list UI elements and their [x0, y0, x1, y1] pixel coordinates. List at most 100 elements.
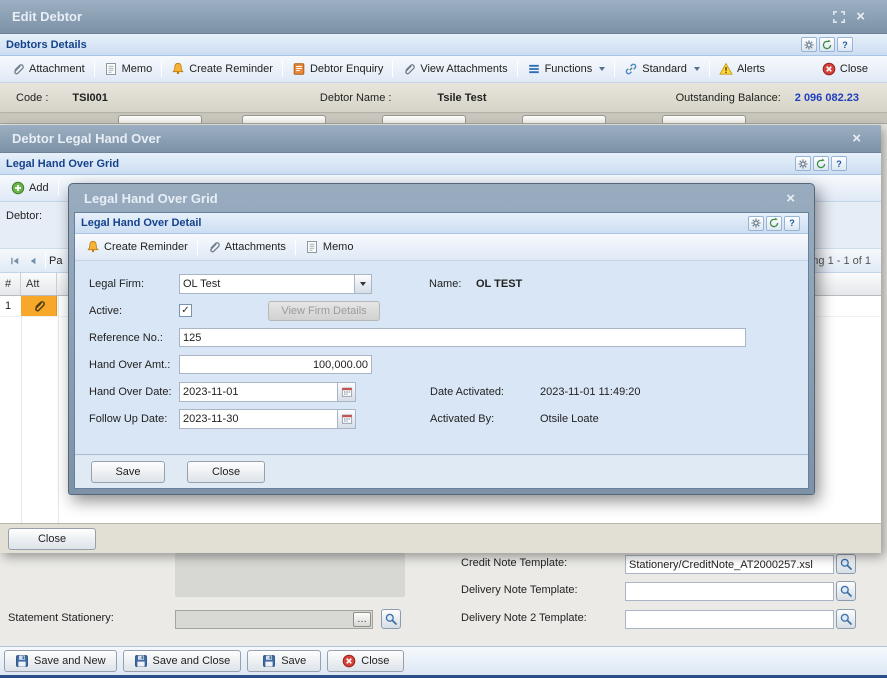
debtors-details-title: Debtors Details — [6, 39, 87, 51]
help-icon[interactable]: ? — [784, 216, 800, 231]
reference-no-input[interactable] — [179, 328, 746, 347]
close-icon[interactable]: × — [852, 131, 861, 146]
help-icon[interactable]: ? — [837, 37, 853, 52]
close-icon[interactable]: × — [786, 191, 795, 206]
code-label: Code : — [16, 92, 48, 104]
floppy-icon — [134, 654, 148, 668]
column-header-att[interactable]: Att — [21, 273, 57, 295]
firm-name-value: OL TEST — [476, 278, 522, 290]
follow-up-date-field[interactable] — [179, 409, 356, 429]
refresh-icon[interactable] — [819, 37, 835, 52]
memo-button[interactable]: Memo — [98, 59, 159, 79]
activated-by-label: Activated By: — [430, 413, 540, 425]
chevron-down-icon — [694, 67, 700, 71]
view-firm-details-button[interactable]: View Firm Details — [268, 301, 380, 321]
attachment-cell[interactable] — [21, 296, 57, 316]
dialog-save-button[interactable]: Save — [91, 461, 165, 483]
statement-search-button[interactable] — [381, 609, 401, 629]
column-header-num[interactable]: # — [0, 273, 21, 295]
add-button[interactable]: Add — [5, 178, 55, 198]
functions-menu-button[interactable]: Functions — [521, 59, 612, 79]
close-button-bottom[interactable]: Close — [327, 650, 404, 672]
hand-over-amt-label: Hand Over Amt.: — [89, 359, 179, 371]
debtor-enquiry-button[interactable]: Debtor Enquiry — [286, 59, 389, 79]
dialog-footer: Save Close — [75, 454, 808, 488]
close-button[interactable]: Close — [816, 59, 874, 79]
save-and-new-button[interactable]: Save and New — [4, 650, 117, 672]
calendar-icon — [341, 413, 353, 425]
toolbar-separator — [709, 61, 710, 77]
partial-hidden-control — [382, 115, 466, 124]
legal-firm-input[interactable] — [180, 275, 354, 293]
create-reminder-button[interactable]: Create Reminder — [80, 237, 194, 257]
dialog-close-button[interactable]: Close — [187, 461, 265, 483]
date-activated-label: Date Activated: — [430, 386, 540, 398]
standard-menu-button[interactable]: Standard — [618, 59, 706, 79]
delivery-note-template-input[interactable] — [625, 582, 834, 601]
partial-hidden-control — [118, 115, 202, 124]
dialog-body: Legal Hand Over Detail ? Create Reminder… — [74, 212, 809, 489]
dialog-title: Legal Hand Over Grid — [84, 191, 218, 206]
memo-icon — [305, 240, 319, 254]
legal-close-button[interactable]: Close — [8, 528, 96, 550]
functions-menu-icon — [527, 62, 541, 76]
warning-icon — [719, 62, 733, 76]
prev-page-button[interactable] — [24, 252, 42, 270]
code-value: TSI001 — [72, 92, 107, 104]
help-icon[interactable]: ? — [831, 156, 847, 171]
reference-no-label: Reference No.: — [89, 332, 179, 344]
save-button[interactable]: Save — [247, 650, 321, 672]
statement-stationery-input[interactable]: … — [175, 610, 373, 629]
legal-firm-combo[interactable] — [179, 274, 372, 294]
debtor-name-value: Tsile Test — [437, 92, 486, 104]
chevron-down-icon — [360, 282, 366, 286]
delivery-note-search-button[interactable] — [836, 581, 856, 601]
gear-icon[interactable] — [748, 216, 764, 231]
active-label: Active: — [89, 305, 179, 317]
gear-icon[interactable] — [795, 156, 811, 171]
toolbar-separator — [161, 61, 162, 77]
memo-button[interactable]: Memo — [299, 237, 360, 257]
calendar-trigger-button[interactable] — [337, 383, 355, 401]
toolbar-separator — [58, 180, 59, 196]
view-attachments-button[interactable]: View Attachments — [396, 59, 513, 79]
debtor-label: Debtor: — [6, 210, 42, 222]
refresh-icon[interactable] — [766, 216, 782, 231]
save-and-close-button[interactable]: Save and Close — [123, 650, 242, 672]
follow-up-date-input[interactable] — [180, 410, 337, 428]
debtor-name-label: Debtor Name : — [320, 92, 392, 104]
prev-page-icon — [27, 255, 39, 267]
hand-over-date-input[interactable] — [180, 383, 337, 401]
credit-note-template-input[interactable] — [625, 555, 834, 574]
toolbar-separator — [197, 239, 198, 255]
delivery-note2-search-button[interactable] — [836, 609, 856, 629]
ellipsis-trigger-button[interactable]: … — [353, 612, 371, 627]
legal-hand-over-grid-dialog: Legal Hand Over Grid × Legal Hand Over D… — [68, 183, 815, 495]
calendar-icon — [341, 386, 353, 398]
paging-status: ing 1 - 1 of 1 — [810, 255, 875, 267]
credit-note-search-button[interactable] — [836, 554, 856, 574]
close-icon[interactable]: × — [856, 9, 865, 24]
combo-dropdown-trigger[interactable] — [354, 275, 371, 293]
maximize-icon[interactable] — [832, 10, 846, 24]
first-page-button[interactable] — [6, 252, 24, 270]
legal-grid-title: Legal Hand Over Grid — [6, 158, 119, 170]
refresh-icon[interactable] — [813, 156, 829, 171]
activated-by-value: Otsile Loate — [540, 413, 599, 425]
first-page-icon — [9, 255, 21, 267]
link-icon — [624, 62, 638, 76]
hand-over-amt-input[interactable] — [179, 355, 372, 374]
occluded-form-strip — [0, 113, 887, 124]
active-checkbox[interactable]: ✓ — [179, 304, 192, 317]
gear-icon[interactable] — [801, 37, 817, 52]
hand-over-date-field[interactable] — [179, 382, 356, 402]
alerts-button[interactable]: Alerts — [713, 59, 771, 79]
delivery-note2-template-input[interactable] — [625, 610, 834, 629]
attachments-button[interactable]: Attachments — [201, 237, 292, 257]
bell-icon — [171, 62, 185, 76]
attachment-button[interactable]: Attachment — [5, 59, 91, 79]
legal-window-title: Debtor Legal Hand Over — [12, 131, 161, 146]
create-reminder-button[interactable]: Create Reminder — [165, 59, 279, 79]
calendar-trigger-button[interactable] — [337, 410, 355, 428]
floppy-icon — [15, 654, 29, 668]
